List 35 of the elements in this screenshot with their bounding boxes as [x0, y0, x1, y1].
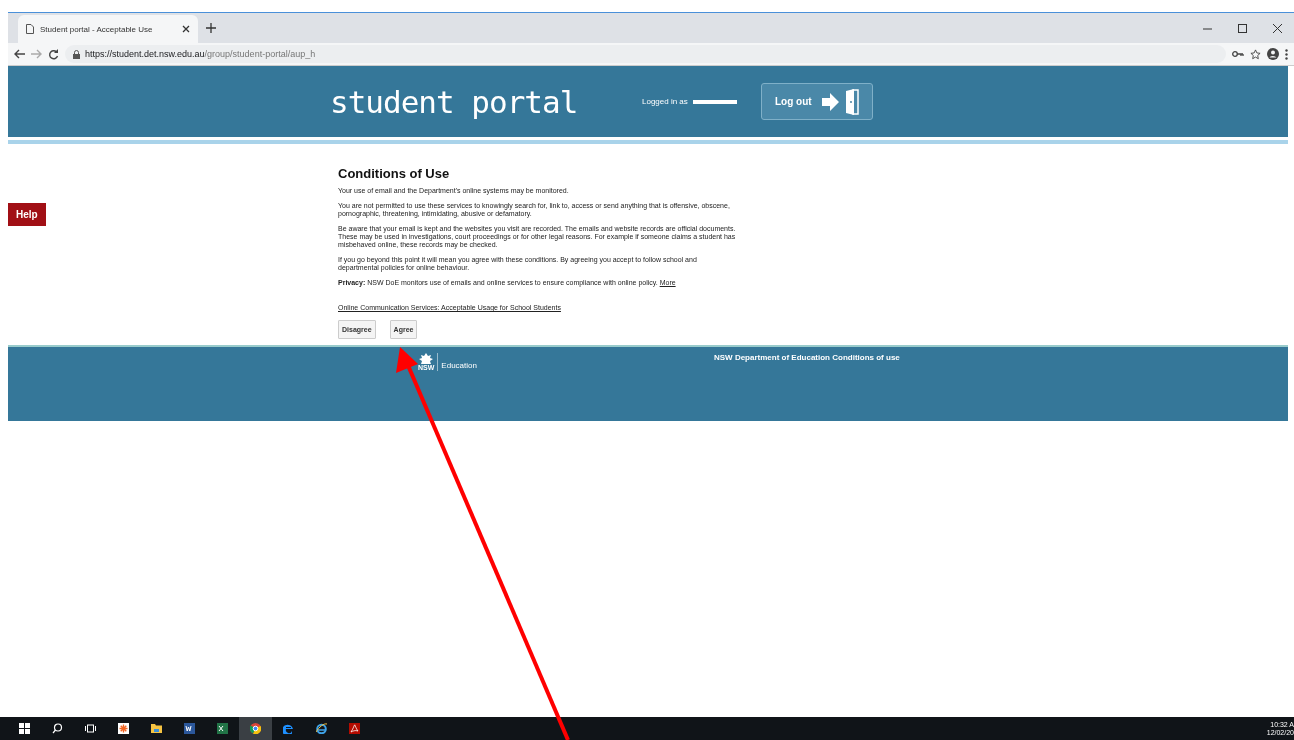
redacted-name — [692, 99, 737, 104]
back-icon[interactable] — [14, 49, 25, 59]
edge-icon[interactable] — [283, 723, 294, 734]
folder-icon[interactable] — [151, 723, 162, 734]
browser-tab[interactable]: Student portal - Acceptable Use — [18, 15, 198, 43]
logged-in-label: Logged in as — [642, 97, 688, 106]
star-icon[interactable] — [1250, 48, 1261, 60]
address-bar[interactable]: https://student.det.nsw.edu.au/group/student-portal/aup_h — [65, 45, 1226, 63]
menu-icon[interactable] — [1285, 48, 1288, 60]
close-icon[interactable] — [1273, 23, 1282, 33]
chrome-icon[interactable] — [250, 723, 261, 734]
new-tab-icon[interactable] — [206, 23, 216, 33]
word-icon[interactable] — [184, 723, 195, 734]
help-button[interactable]: Help — [8, 203, 46, 226]
page-title: Conditions of Use — [338, 166, 451, 181]
log-out-button[interactable]: Log out — [761, 83, 873, 120]
excel-icon[interactable] — [217, 723, 228, 734]
education-label: Education — [441, 361, 477, 371]
search-icon[interactable] — [52, 723, 63, 734]
windows-start-icon[interactable] — [19, 723, 30, 734]
pdf-reader-icon[interactable] — [349, 723, 360, 734]
maximize-icon[interactable] — [1238, 23, 1247, 33]
portal-logo: student portal — [330, 83, 579, 120]
account-icon[interactable] — [1267, 48, 1279, 60]
internet-explorer-icon[interactable] — [316, 723, 327, 734]
reload-icon[interactable] — [48, 48, 59, 60]
key-icon[interactable] — [1232, 50, 1244, 58]
page-icon — [26, 24, 34, 34]
flower-app-icon[interactable] — [118, 723, 129, 734]
close-icon[interactable] — [182, 25, 190, 33]
conditions-link[interactable]: NSW Department of Education Conditions of use — [714, 353, 900, 362]
exit-door-icon — [821, 88, 860, 115]
lock-icon — [73, 49, 80, 59]
task-view-icon[interactable] — [85, 723, 96, 734]
waratah-icon — [418, 353, 435, 364]
